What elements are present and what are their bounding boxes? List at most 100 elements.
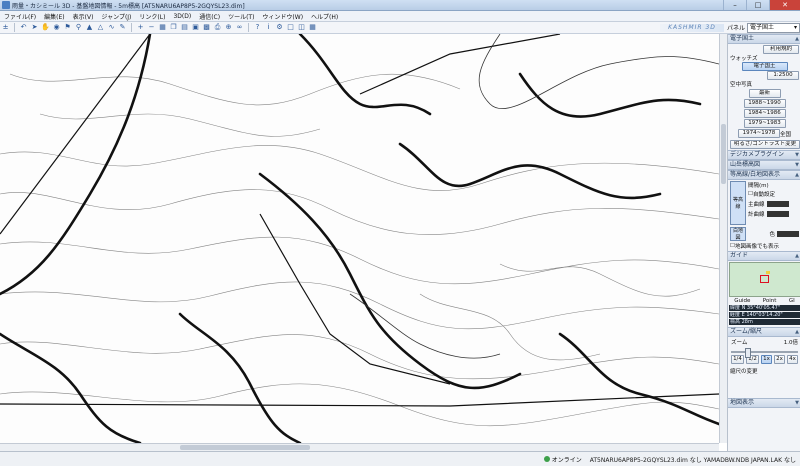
map-display-section-header[interactable]: 地図表示▼ [728, 398, 800, 408]
usage-terms-button[interactable]: 利用規約 [763, 45, 799, 54]
grid-icon[interactable]: ▦ [158, 23, 167, 32]
measure-icon[interactable]: ∞ [235, 23, 244, 32]
menu-file[interactable]: ファイル(F) [0, 12, 40, 21]
mountain-2-icon[interactable]: △ [96, 23, 105, 32]
guide-section-header[interactable]: ガイド▲ [728, 251, 800, 261]
zoom-value: 1.0倍 [784, 338, 798, 346]
scrollbar-thumb[interactable] [180, 445, 310, 450]
menu-window[interactable]: ウィンドウ(W) [258, 12, 307, 21]
chevron-up-icon: ▲ [795, 252, 799, 260]
mountain-icon[interactable]: ▲ [85, 23, 94, 32]
kashmir-logo: KASHMIR 3D [660, 24, 724, 32]
map-icon[interactable]: ▩ [202, 23, 211, 32]
window-controls: – □ ✕ [723, 0, 800, 10]
scale-value[interactable]: 1:2500 [767, 71, 799, 80]
chevron-down-icon: ▾ [794, 24, 797, 32]
zoom-preset-button[interactable]: 2x [774, 355, 785, 364]
zoom-slider-thumb[interactable] [745, 348, 751, 358]
period-button[interactable]: 1984~1986 [744, 109, 786, 118]
minimize-button[interactable]: – [723, 0, 746, 10]
contour-tab[interactable]: 等高線 [730, 181, 746, 225]
latitude-readout: 緯度 N 35°40'05.47" [729, 305, 800, 311]
latest-button[interactable]: 最新 [749, 89, 781, 98]
menu-help[interactable]: ヘルプ(H) [307, 12, 342, 21]
title-bar: 雨量・カシミール 3D - 基盤地図情報 - 5m標高 [AT5NARU6AP8… [0, 0, 800, 11]
zoom-preset-button[interactable]: 1/4 [731, 355, 744, 364]
menu-3d[interactable]: 3D(D) [169, 13, 195, 20]
minor-contour-lines [0, 74, 719, 426]
contour-section-header[interactable]: 等高線/白地図表示▲ [728, 170, 800, 180]
menu-jump[interactable]: ジャンプ(J) [97, 12, 135, 21]
menu-link[interactable]: リンク(L) [135, 12, 169, 21]
status-bar: オンライン AT5NARU6AP8P5-2GQYSL23.dim なし YAMA… [0, 451, 800, 466]
settings-icon[interactable]: ⚙ [275, 23, 284, 32]
cursor-icon[interactable]: ➤ [30, 23, 39, 32]
help-icon[interactable]: ? [253, 23, 262, 32]
zoom-preset-button[interactable]: 4x [787, 355, 798, 364]
chevron-up-icon: ▲ [795, 328, 799, 336]
search-icon[interactable]: ⚲ [74, 23, 83, 32]
window-icon[interactable]: □ [286, 23, 295, 32]
tab-point[interactable]: Point [763, 298, 777, 304]
tab-gi[interactable]: GI [789, 298, 795, 304]
denshi-section-header[interactable]: 電子国土▲ [728, 34, 800, 44]
period-button[interactable]: 1988~1990 [744, 99, 786, 108]
interval-label: 間隔(m) [748, 181, 799, 189]
zoom-section-header[interactable]: ズーム/縮尺 ▲ [728, 327, 800, 337]
map-vertical-scrollbar[interactable] [719, 34, 727, 443]
camera-icon[interactable]: ▣ [191, 23, 200, 32]
split-icon[interactable]: ◫ [297, 23, 306, 32]
zoom-in-icon[interactable]: + [136, 23, 145, 32]
menu-comm[interactable]: 通信(C) [195, 12, 224, 21]
whitemap-tab[interactable]: 白地図 [730, 227, 746, 241]
zoom-preset-button[interactable]: 1x [761, 355, 772, 364]
menu-tools[interactable]: ツール(T) [224, 12, 258, 21]
elevation-icon[interactable]: ± [1, 23, 10, 32]
denshi-kokudo-button[interactable]: 電子国土 [742, 62, 788, 71]
minor-color-swatch[interactable] [767, 211, 789, 217]
menu-bar: ファイル(F) 編集(E) 表示(V) ジャンプ(J) リンク(L) 3D(D)… [0, 11, 800, 22]
map-horizontal-scrollbar[interactable] [0, 443, 719, 451]
gps-icon[interactable]: ⊕ [224, 23, 233, 32]
panel-dropdown[interactable]: 電子国土 ▾ [747, 23, 800, 33]
all-japan-label[interactable]: 全国 [780, 130, 791, 138]
maximize-button[interactable]: □ [746, 0, 769, 10]
close-button[interactable]: ✕ [769, 0, 800, 10]
toolbar-divider [248, 23, 249, 32]
period-button[interactable]: 1979~1983 [744, 119, 786, 128]
menu-edit[interactable]: 編集(E) [40, 12, 68, 21]
major-color-swatch[interactable] [767, 201, 789, 207]
guide-view-rect[interactable] [760, 275, 769, 283]
scrollbar-thumb[interactable] [721, 124, 726, 184]
menu-view[interactable]: 表示(V) [69, 12, 98, 21]
flag-icon[interactable]: ⚑ [63, 23, 72, 32]
digicame-section-header[interactable]: デジカメプラグイン▼ [728, 150, 800, 160]
mountain-section-header[interactable]: 山岳標高図▼ [728, 160, 800, 170]
route-icon[interactable]: ∿ [107, 23, 116, 32]
period-button[interactable]: 1974~1978 [738, 129, 780, 138]
pencil-icon[interactable]: ✎ [118, 23, 127, 32]
contrast-button[interactable]: 明るさ/コントラスト変更 [730, 140, 800, 149]
print-icon[interactable]: ⎙ [213, 23, 222, 32]
aerial-photo-label: 空中写真 [730, 80, 799, 88]
guide-minimap[interactable] [729, 262, 800, 297]
section-title: 等高線/白地図表示 [730, 171, 780, 179]
tab-guide[interactable]: Guide [734, 298, 750, 304]
section-title: ズーム/縮尺 [730, 328, 762, 336]
zoom-slider[interactable] [731, 351, 798, 353]
section-title: 地図表示 [730, 399, 754, 407]
toolbar-divider [131, 23, 132, 32]
tile-icon[interactable]: ▦ [308, 23, 317, 32]
contour-map-drawing [0, 34, 719, 443]
online-status: オンライン [544, 455, 582, 464]
zoom-out-icon[interactable]: − [147, 23, 156, 32]
longitude-readout: 経度 E 140°03'14.20" [729, 312, 800, 318]
layer-icon[interactable]: ▤ [180, 23, 189, 32]
hand-icon[interactable]: ✋ [41, 23, 50, 32]
whitemap-color-swatch[interactable] [777, 231, 799, 237]
contour-map-canvas[interactable] [0, 34, 720, 443]
copy-icon[interactable]: ❐ [169, 23, 178, 32]
back-icon[interactable]: ↶ [19, 23, 28, 32]
info-icon[interactable]: i [264, 23, 273, 32]
globe-icon[interactable]: ◉ [52, 23, 61, 32]
